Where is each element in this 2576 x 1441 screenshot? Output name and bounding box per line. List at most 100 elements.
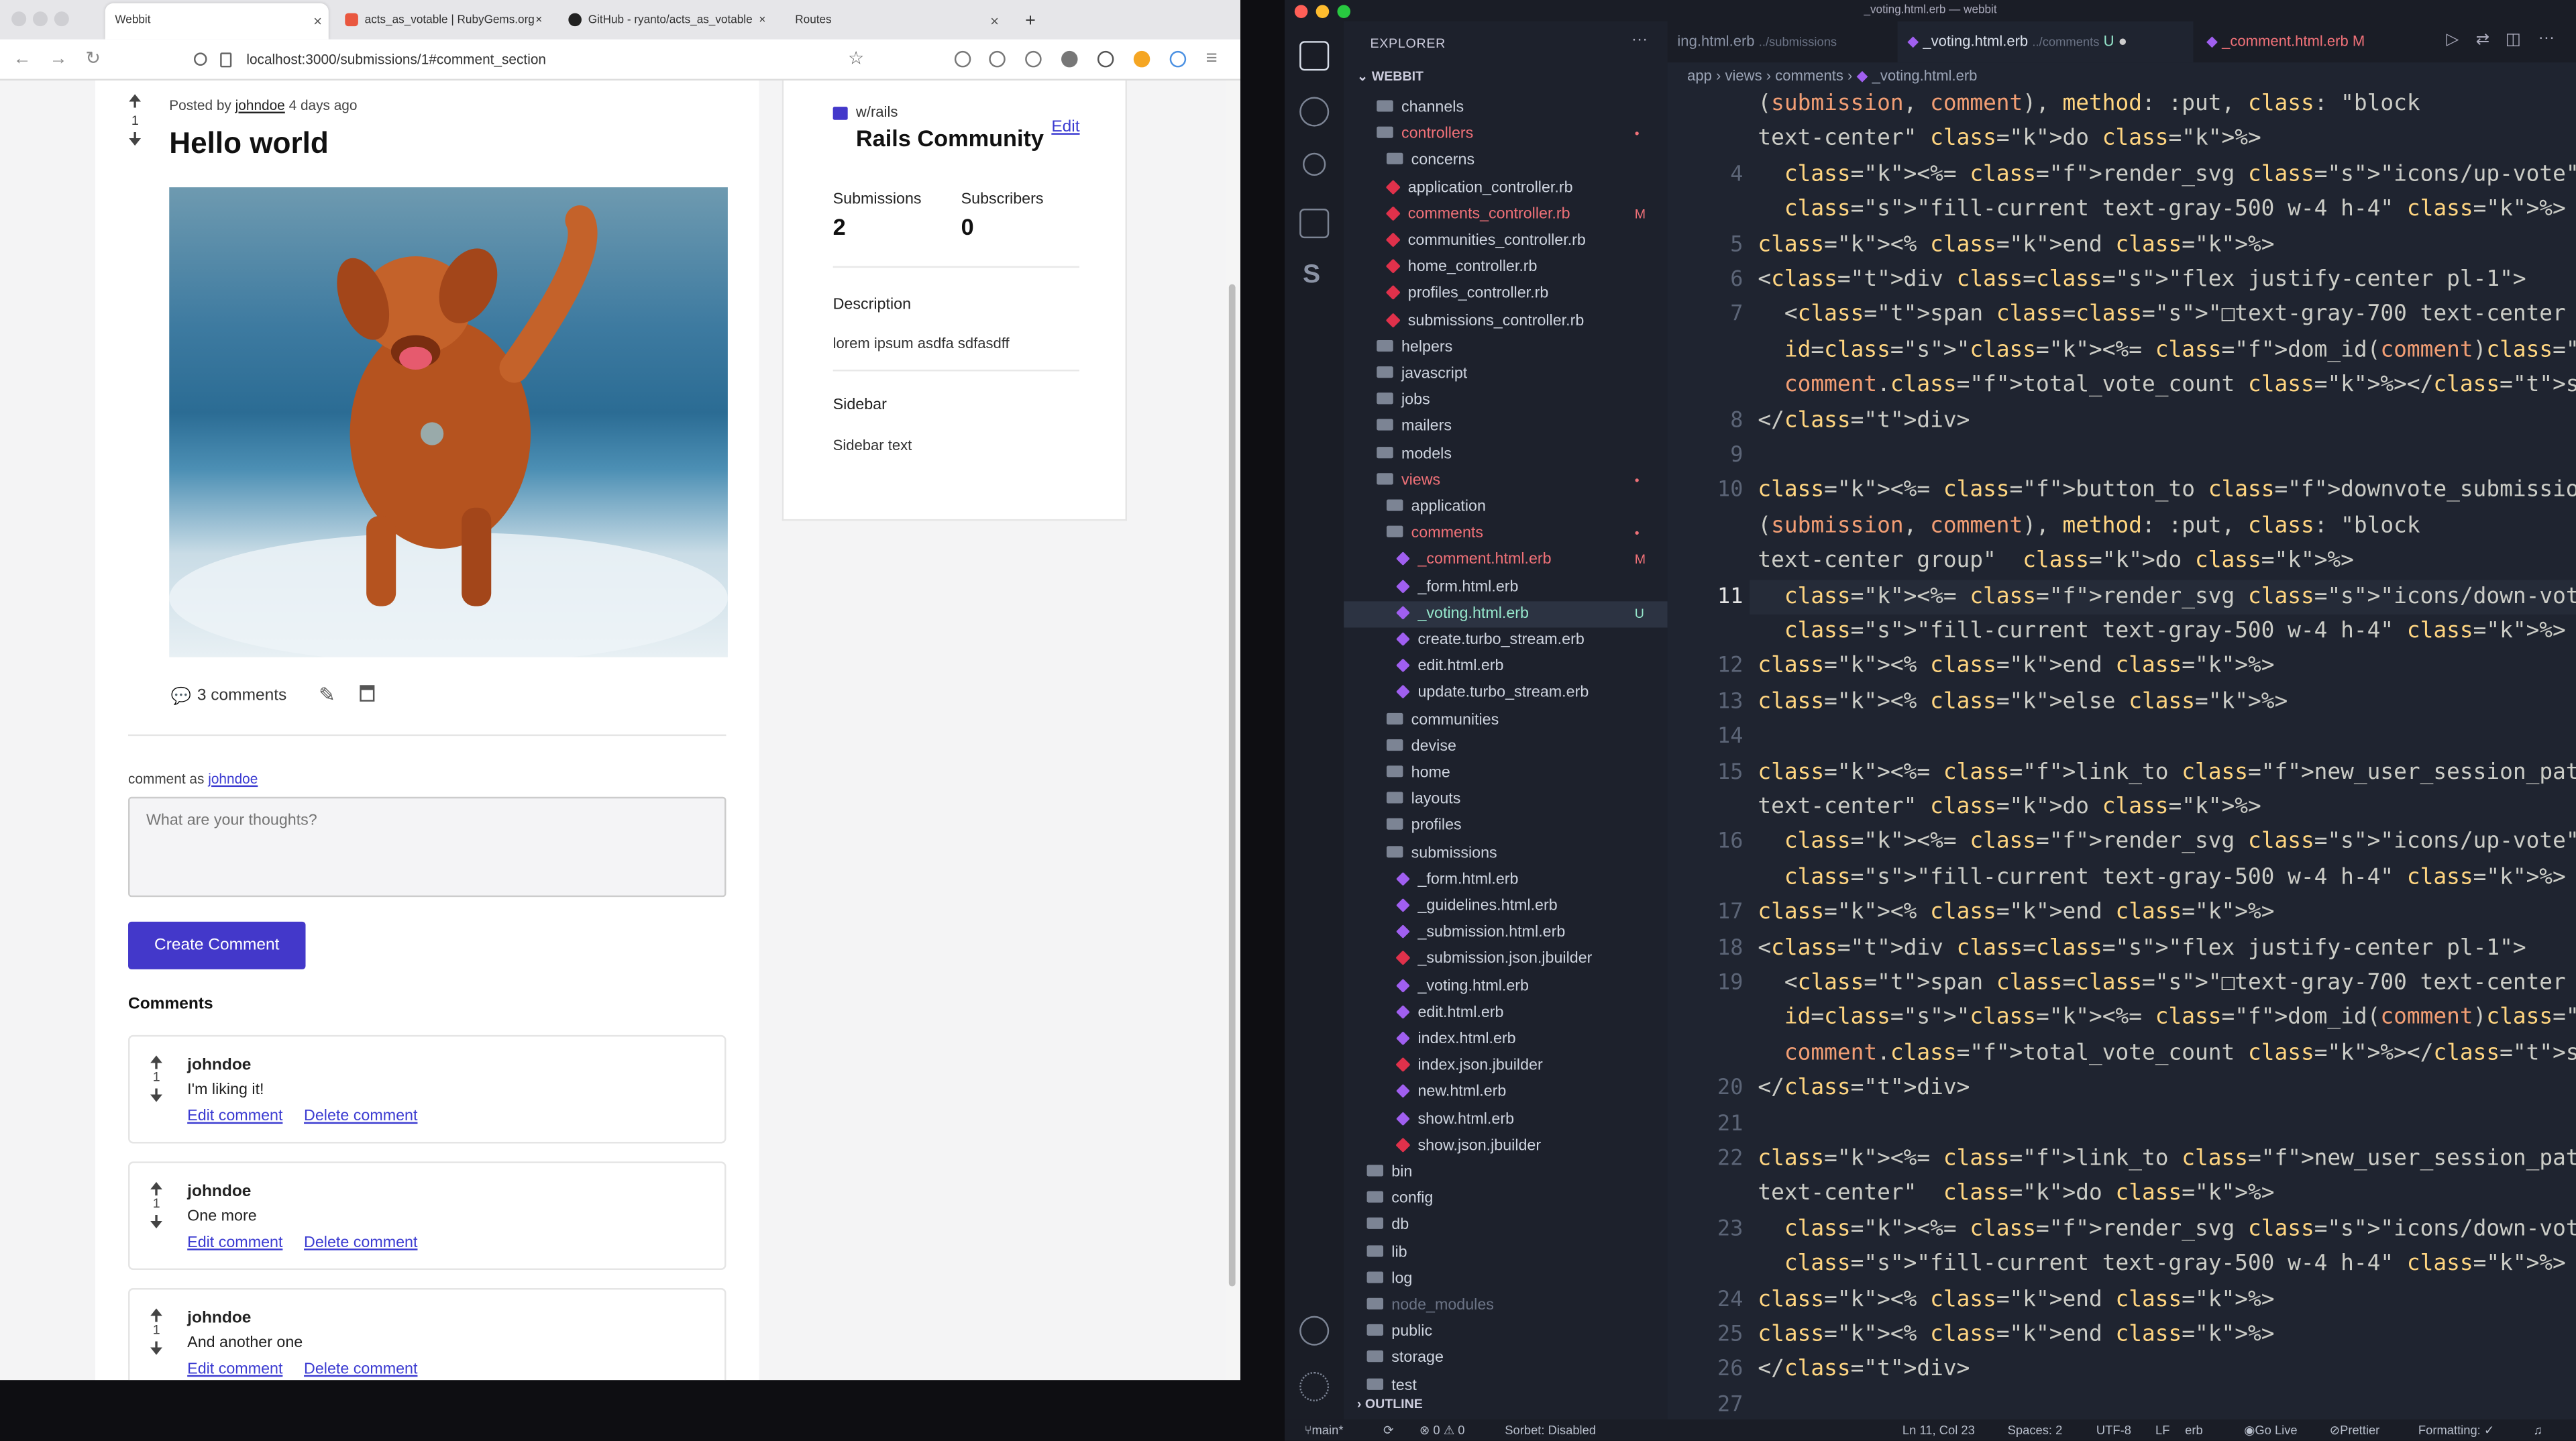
- code-line[interactable]: text-center" class="k">do class="k">%>: [1758, 790, 2261, 824]
- edit-comment-link[interactable]: Edit comment: [187, 1234, 282, 1252]
- tree-folder[interactable]: devise: [1386, 734, 1456, 760]
- tree-folder[interactable]: jobs: [1377, 388, 1430, 414]
- code-line[interactable]: class="s">"fill-current text-gray-500 w-…: [1758, 1247, 2566, 1281]
- code-line[interactable]: class="k"><% class="k">end class="k">%>: [1758, 1318, 2274, 1352]
- close-tab-icon[interactable]: ×: [529, 3, 549, 40]
- menu-icon[interactable]: ≡: [1206, 46, 1218, 69]
- tree-file[interactable]: _voting.html.erb: [1396, 601, 1529, 627]
- downvote-arrow-icon[interactable]: 🠋: [150, 1084, 163, 1112]
- tree-folder[interactable]: layouts: [1386, 788, 1460, 814]
- upvote-arrow-icon[interactable]: 🠉: [128, 95, 142, 111]
- extension-icon[interactable]: [1061, 50, 1078, 68]
- zoom-window-dot[interactable]: [54, 11, 69, 27]
- minimize-window-dot[interactable]: [1316, 5, 1330, 18]
- bookmark-star-icon[interactable]: ☆: [848, 44, 864, 76]
- code-line[interactable]: <class="t">div class=class="s">"flex jus…: [1758, 263, 2526, 297]
- browser-tab-rubygems[interactable]: acts_as_votable | RubyGems.org: [335, 3, 549, 40]
- tree-folder[interactable]: log: [1366, 1267, 1412, 1293]
- tree-file[interactable]: edit.html.erb: [1396, 1000, 1504, 1026]
- close-tab-icon[interactable]: ×: [313, 3, 322, 40]
- code-line[interactable]: </class="t">div>: [1758, 1071, 1970, 1106]
- tree-folder[interactable]: public: [1366, 1320, 1432, 1346]
- code-line[interactable]: class="k"><% class="k">else class="k">%>: [1758, 685, 2288, 719]
- sorbet-icon[interactable]: S: [1303, 261, 1320, 290]
- tree-file[interactable]: create.turbo_stream.erb: [1396, 628, 1585, 654]
- tree-folder[interactable]: node_modules: [1366, 1293, 1494, 1319]
- formatting-status[interactable]: Formatting: ✓: [2418, 1420, 2494, 1441]
- browser-tab-webbit[interactable]: Webbit ×: [105, 3, 329, 40]
- downvote-arrow-icon[interactable]: 🠋: [150, 1337, 163, 1365]
- tree-folder[interactable]: mailers: [1377, 415, 1452, 441]
- code-line[interactable]: class="k"><% class="k">end class="k">%>: [1758, 649, 2274, 684]
- edit-community-link[interactable]: Edit: [1051, 118, 1079, 136]
- url-bar[interactable]: localhost:3000/submissions/1#comment_sec…: [184, 44, 874, 76]
- tree-folder[interactable]: submissions: [1386, 841, 1497, 867]
- tree-file[interactable]: index.html.erb: [1396, 1027, 1516, 1053]
- tree-folder[interactable]: helpers: [1377, 335, 1452, 361]
- tree-folder[interactable]: views: [1377, 468, 1440, 494]
- minimize-window-dot[interactable]: [32, 11, 48, 27]
- split-editor-icon[interactable]: ◫: [2506, 32, 2521, 50]
- tree-folder[interactable]: bin: [1366, 1160, 1412, 1186]
- code-line[interactable]: <class="t">span class=class="s">"□text-g…: [1758, 966, 2576, 1000]
- compare-icon[interactable]: ⇄: [2476, 32, 2490, 50]
- code-line[interactable]: class="k"><% class="k">end class="k">%>: [1758, 227, 2274, 262]
- go-live-button[interactable]: ◉ Go Live: [2244, 1420, 2297, 1441]
- new-tab-plus-icon[interactable]: +: [1015, 3, 1036, 40]
- scrollbar-thumb[interactable]: [1228, 284, 1236, 1287]
- tree-file[interactable]: _submission.html.erb: [1396, 920, 1565, 947]
- line-endings[interactable]: LF: [2155, 1420, 2169, 1441]
- tree-file[interactable]: _comment.html.erb: [1396, 547, 1552, 574]
- tree-folder[interactable]: javascript: [1377, 362, 1467, 388]
- forward-arrow-icon[interactable]: →: [49, 48, 67, 70]
- code-line[interactable]: class="k"><%= class="f">render_svg class…: [1758, 579, 2576, 613]
- more-actions-icon[interactable]: ···: [2538, 30, 2555, 48]
- comment-textarea[interactable]: [128, 796, 727, 898]
- close-window-dot[interactable]: [1294, 5, 1308, 18]
- create-comment-button[interactable]: Create Comment: [128, 921, 306, 969]
- delete-comment-link[interactable]: Delete comment: [304, 1234, 417, 1252]
- tree-folder[interactable]: channels: [1377, 95, 1464, 121]
- code-line[interactable]: <class="t">span class=class="s">"□text-g…: [1758, 298, 2576, 332]
- tree-file[interactable]: application_controller.rb: [1385, 175, 1573, 201]
- close-tab-icon[interactable]: ×: [990, 3, 999, 40]
- page-scrollbar[interactable]: [1225, 81, 1240, 1381]
- branch-indicator[interactable]: ⑂ main*: [1304, 1420, 1343, 1441]
- trash-icon[interactable]: [360, 685, 375, 702]
- tree-file[interactable]: home_controller.rb: [1385, 255, 1537, 281]
- indentation[interactable]: Spaces: 2: [2008, 1420, 2063, 1441]
- code-line[interactable]: class="k"><%= class="f">render_svg class…: [1758, 158, 2576, 192]
- comment-user-link[interactable]: johndoe: [208, 771, 258, 787]
- tree-folder[interactable]: config: [1366, 1187, 1433, 1213]
- extension-icon[interactable]: [1097, 50, 1114, 68]
- back-arrow-icon[interactable]: ←: [13, 48, 32, 70]
- extensions-icon[interactable]: [1299, 209, 1330, 239]
- code-line[interactable]: comment.class="f">total_vote_count class…: [1758, 1036, 2576, 1071]
- code-line[interactable]: class="s">"fill-current text-gray-500 w-…: [1758, 193, 2566, 227]
- reload-icon[interactable]: ↻: [85, 48, 101, 70]
- download-icon[interactable]: [989, 50, 1006, 68]
- tree-file[interactable]: edit.html.erb: [1396, 654, 1504, 680]
- cursor-position[interactable]: Ln 11, Col 23: [1902, 1420, 1975, 1441]
- edit-pencil-icon[interactable]: ✎: [319, 684, 335, 706]
- code-line[interactable]: class="k"><%= class="f">render_svg class…: [1758, 825, 2576, 859]
- code-line[interactable]: class="k"><%= class="f">link_to class="f…: [1758, 755, 2576, 790]
- tree-folder[interactable]: storage: [1366, 1346, 1444, 1373]
- browser-tab-github[interactable]: GitHub - ryanto/acts_as_votable: [559, 3, 772, 40]
- browser-tab-routes[interactable]: Routes ×: [786, 3, 1006, 40]
- delete-comment-link[interactable]: Delete comment: [304, 1108, 417, 1126]
- tree-folder[interactable]: profiles: [1386, 814, 1462, 840]
- more-actions-icon[interactable]: ···: [1631, 32, 1648, 50]
- pocket-icon[interactable]: [954, 50, 971, 68]
- tree-file[interactable]: _guidelines.html.erb: [1396, 894, 1558, 920]
- tree-file[interactable]: show.html.erb: [1396, 1107, 1514, 1133]
- tree-file[interactable]: _voting.html.erb: [1396, 973, 1529, 1000]
- edit-comment-link[interactable]: Edit comment: [187, 1360, 282, 1379]
- source-control-icon[interactable]: [1303, 152, 1326, 176]
- tree-file[interactable]: index.json.jbuilder: [1395, 1053, 1543, 1079]
- tree-file[interactable]: update.turbo_stream.erb: [1396, 681, 1589, 707]
- tree-folder[interactable]: communities: [1386, 708, 1499, 734]
- code-area[interactable]: (submission, comment), method: :put, cla…: [1668, 87, 2576, 1420]
- code-line[interactable]: class="k"><%= class="f">button_to class=…: [1758, 474, 2576, 508]
- tree-file[interactable]: communities_controller.rb: [1385, 228, 1586, 254]
